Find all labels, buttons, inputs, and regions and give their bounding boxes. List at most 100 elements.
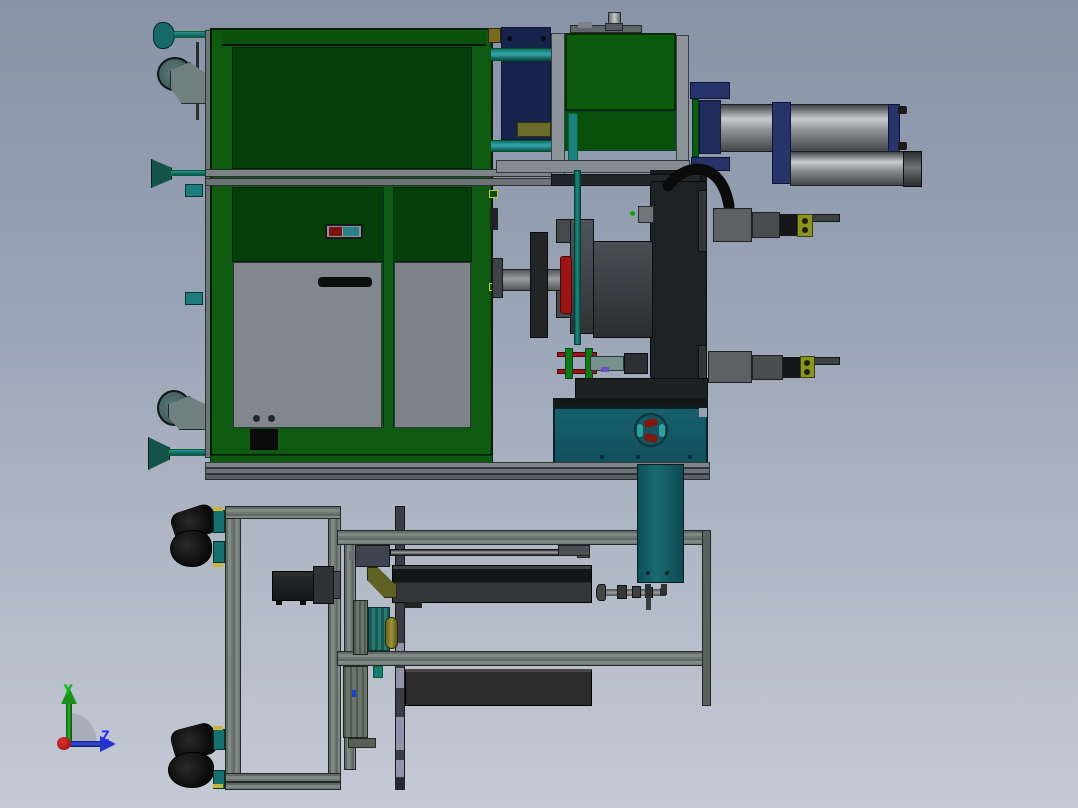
pneumatic-cylinder-lower[interactable] [790, 151, 904, 186]
gripper-upper-block[interactable] [713, 208, 752, 242]
cabinet-cross-rail [205, 178, 565, 186]
end-bolt [898, 106, 907, 114]
tip-hole [802, 218, 808, 224]
boss-upper [556, 219, 571, 243]
cabinet-mullion [383, 187, 394, 428]
gripper-lower-neck [783, 357, 800, 378]
actuator-under-tab [404, 602, 422, 608]
olive-fitting [488, 28, 501, 43]
cad-viewport[interactable]: Y Z [0, 0, 1078, 808]
orientation-triad: Y Z [40, 670, 160, 780]
coupling-knurl [617, 585, 627, 599]
gripper-upper-mid [752, 212, 780, 238]
cabinet-top-bar [222, 31, 486, 46]
column-segment-light [396, 717, 404, 750]
mount-green-strip [692, 99, 699, 157]
caster-bolt-yellow [213, 507, 223, 511]
frame-long-rail-lower[interactable] [337, 651, 710, 666]
base-rail [205, 474, 710, 480]
gripper-upper-neck [780, 214, 797, 236]
clamp-dark-block [624, 353, 648, 374]
hopper-box[interactable] [565, 33, 676, 111]
frame-bottom-rail [225, 773, 341, 782]
end-bolt [898, 142, 907, 150]
caster-bolt-yellow [213, 563, 223, 567]
frame-nub-1 [185, 184, 203, 197]
frame-top-rail [225, 506, 341, 519]
motor-shaft-plate [333, 571, 341, 599]
cabinet-panel-gray-right[interactable] [394, 262, 471, 428]
leveling-foot-bottom[interactable] [148, 437, 170, 470]
drum-body-mid[interactable] [593, 241, 653, 338]
lower-conveyor-box[interactable] [405, 669, 592, 706]
bolt-dot [541, 36, 546, 41]
hinge-bracket [250, 429, 278, 450]
tip-hole [802, 227, 808, 233]
teal-pin [373, 666, 383, 678]
column-segment-light [396, 760, 404, 777]
top-valve-cap [605, 23, 623, 31]
stack-foot [348, 738, 376, 748]
linear-actuator-body[interactable] [392, 565, 592, 603]
indexer-lobe-teal [659, 424, 665, 437]
stack-blue-dot [352, 690, 356, 697]
drive-motor-block[interactable] [355, 545, 390, 567]
vent-screw [268, 415, 275, 422]
sensor-led [630, 211, 635, 216]
caster-plate [213, 510, 225, 533]
guide-rod-lower [490, 140, 552, 152]
indexer-lobe-teal [637, 424, 643, 437]
plate-stack [353, 600, 368, 655]
indexer-box[interactable] [553, 407, 708, 464]
caster-plate [213, 541, 225, 563]
support-plate-dark [530, 232, 548, 338]
leveling-foot-top[interactable] [153, 22, 175, 49]
box-corner-notch [699, 408, 707, 417]
frame-caster-bottom-b[interactable] [168, 752, 214, 788]
column-plate-left [551, 33, 565, 179]
cylinder-mount-plate-top [690, 82, 730, 99]
caster-bolt-yellow [213, 726, 223, 730]
bolt-dot [507, 36, 512, 41]
indicator-red-segment [329, 227, 342, 236]
z-axis-label: Z [101, 729, 110, 745]
box-screw [600, 455, 604, 459]
cylinder-mount-block [699, 100, 721, 154]
rail-mount-block [558, 545, 590, 556]
frame-post-right-end [702, 530, 711, 706]
box-screw [688, 455, 692, 459]
caster-plate [213, 729, 225, 750]
cabinet-door-upper[interactable] [232, 47, 472, 169]
pneumatic-cylinder-upper[interactable] [720, 104, 890, 152]
drive-rod [390, 549, 580, 556]
olive-cylinder [385, 617, 398, 649]
gripper-mount-plate [698, 190, 707, 252]
column-pin [661, 584, 667, 595]
frame-post-left[interactable] [225, 506, 241, 790]
hopper-underpanel [565, 111, 676, 151]
cylinder-end-cap [903, 151, 922, 187]
leveling-foot-mid[interactable] [151, 159, 172, 188]
gripper-lower-block[interactable] [708, 351, 752, 383]
gripper-lower-mid [752, 355, 783, 380]
olive-plate [517, 122, 551, 137]
tip-hole [804, 360, 810, 366]
coupling-cone [596, 584, 606, 601]
motor-foot [276, 600, 282, 605]
stepper-motor[interactable] [272, 571, 314, 601]
latch-knob [490, 208, 498, 230]
frame-caster-top-b[interactable] [170, 530, 212, 567]
frame-post-mid[interactable] [328, 506, 341, 790]
motor-flange [313, 566, 334, 604]
top-fitting-block [578, 22, 592, 28]
column-end-cap [395, 778, 405, 790]
column-pin-long [646, 597, 651, 610]
guide-rod-upper [490, 48, 552, 61]
door-handle-slot[interactable] [318, 277, 372, 287]
guide-post-teal [574, 170, 581, 345]
clamp-bar-green [565, 348, 573, 379]
clamp-purple-bit [601, 367, 609, 372]
drive-shaft-stub [349, 551, 355, 560]
support-column-teal[interactable] [637, 464, 684, 583]
caster-bolt-yellow [213, 784, 223, 788]
